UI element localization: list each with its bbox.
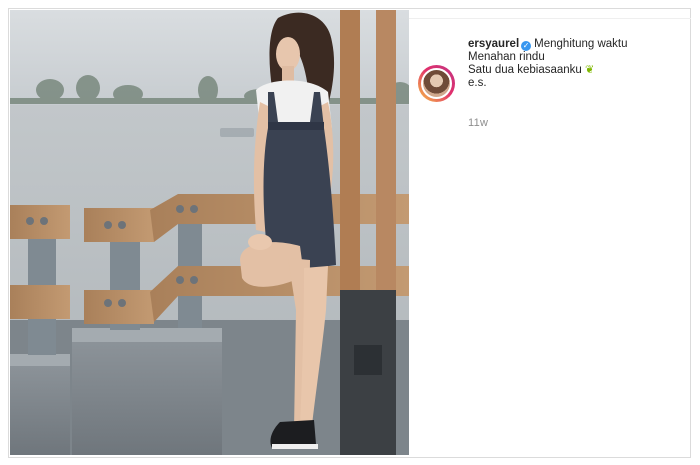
leaf-emoji-icon: ❦ bbox=[585, 64, 595, 76]
avatar-ring bbox=[421, 68, 452, 99]
woman-on-pier-photo bbox=[10, 10, 409, 455]
caption-line-2: Menahan rindu bbox=[468, 51, 545, 63]
caption-line-3: Satu dua kebiasaanku ❦ bbox=[468, 64, 688, 77]
caption-line-3-text: Satu dua kebiasaanku bbox=[468, 64, 582, 76]
username-link[interactable]: ersyaurel bbox=[468, 38, 519, 50]
post-photo[interactable] bbox=[10, 10, 409, 455]
caption-line-4: e.s. bbox=[468, 77, 487, 89]
caption: ersyaurel ✓ Menghitung waktu Menahan rindu… bbox=[468, 38, 688, 90]
verified-badge-icon: ✓ bbox=[521, 41, 532, 51]
avatar-image bbox=[423, 70, 450, 97]
post-timestamp[interactable]: 11w bbox=[468, 117, 488, 129]
header-divider bbox=[409, 18, 691, 19]
caption-first-line: Menghitung waktu bbox=[534, 38, 628, 50]
avatar[interactable] bbox=[418, 65, 455, 102]
